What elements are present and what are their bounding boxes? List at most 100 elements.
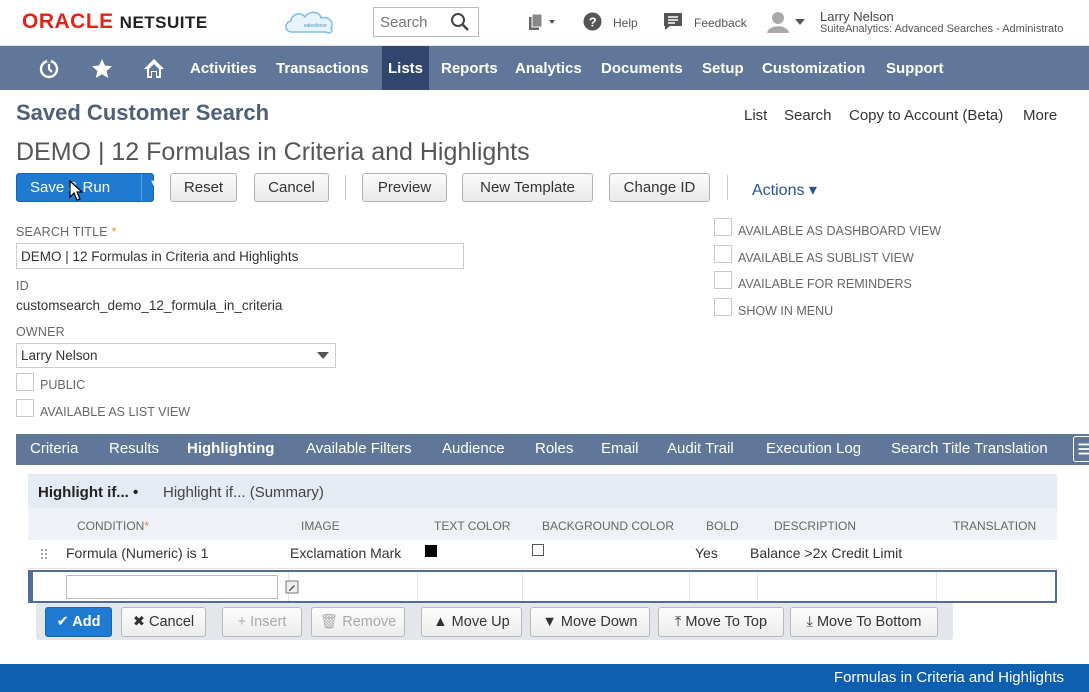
help-label[interactable]: Help: [613, 16, 638, 30]
dashboard-view-checkbox[interactable]: [714, 218, 732, 236]
home-icon[interactable]: [142, 57, 166, 81]
move-down-button[interactable]: ▼ Move Down: [530, 607, 650, 637]
actions-menu[interactable]: Actions ▾: [752, 180, 817, 200]
main-navigation: Activities Transactions Lists Reports An…: [0, 46, 1089, 90]
nav-customization[interactable]: Customization: [756, 46, 871, 90]
recent-records-icon[interactable]: [37, 57, 61, 81]
move-up-button[interactable]: ▲ Move Up: [421, 607, 522, 637]
reminders-checkbox[interactable]: [714, 271, 732, 289]
owner-select[interactable]: Larry Nelson: [16, 343, 336, 368]
available-as-list-view-label: AVAILABLE AS LIST VIEW: [40, 405, 191, 419]
cell-divider: [417, 572, 418, 601]
feedback-icon[interactable]: [662, 11, 684, 31]
tab-search-title-translation[interactable]: Search Title Translation: [891, 440, 1048, 457]
favorites-star-icon[interactable]: [90, 57, 114, 81]
move-down-label: Move Down: [560, 614, 638, 630]
column-condition[interactable]: CONDITION*: [77, 519, 149, 533]
trash-icon: 🗑: [319, 614, 339, 630]
change-id-button[interactable]: Change ID: [609, 173, 710, 202]
check-icon: ✔: [56, 614, 69, 630]
plus-icon: +: [237, 614, 247, 630]
insert-label: Insert: [250, 614, 287, 630]
tab-audit-trail[interactable]: Audit Trail: [667, 440, 734, 457]
move-to-top-button[interactable]: ⤒ Move To Top: [658, 607, 784, 637]
new-line-editor[interactable]: [28, 570, 1057, 603]
nav-setup[interactable]: Setup: [696, 46, 750, 90]
link-copy-to-account[interactable]: Copy to Account (Beta): [849, 107, 1003, 124]
drag-handle-icon[interactable]: [40, 548, 48, 560]
column-image[interactable]: IMAGE: [301, 519, 340, 533]
chevron-down-icon[interactable]: [795, 18, 805, 26]
add-button[interactable]: ✔ Add: [45, 607, 112, 637]
move-to-bottom-icon: ⤓: [806, 614, 813, 630]
id-label: ID: [16, 279, 29, 293]
column-background-color[interactable]: BACKGROUND COLOR: [542, 519, 674, 533]
link-more[interactable]: More: [1023, 107, 1057, 124]
reset-button[interactable]: Reset: [170, 173, 237, 202]
column-description[interactable]: DESCRIPTION: [774, 519, 856, 533]
user-role[interactable]: SuiteAnalytics: Advanced Searches - Admi…: [820, 23, 1089, 35]
user-icon[interactable]: [766, 9, 794, 35]
new-template-button[interactable]: New Template: [462, 173, 593, 202]
nav-support[interactable]: Support: [880, 46, 950, 90]
create-new-icon[interactable]: [525, 11, 557, 33]
salesforce-cloud-icon[interactable]: salesforce: [282, 8, 338, 36]
save-run-button[interactable]: Save & Run ▼: [16, 173, 160, 202]
toolbar-divider: [727, 175, 728, 200]
nav-transactions[interactable]: Transactions: [270, 46, 375, 90]
close-icon: ✖: [132, 614, 145, 630]
help-icon[interactable]: ?: [583, 12, 602, 31]
id-value: customsearch_demo_12_formula_in_criteria: [16, 298, 283, 313]
search-title-field[interactable]: DEMO | 12 Formulas in Criteria and Highl…: [16, 243, 464, 269]
chevron-down-icon[interactable]: ▼: [149, 178, 160, 190]
link-list[interactable]: List: [744, 107, 767, 124]
column-text-color[interactable]: TEXT COLOR: [434, 519, 510, 533]
text-color-swatch: [425, 545, 437, 557]
tab-roles[interactable]: Roles: [535, 440, 573, 457]
global-search[interactable]: [373, 7, 479, 37]
search-input[interactable]: [374, 8, 448, 36]
preview-button[interactable]: Preview: [362, 173, 447, 202]
table-header: CONDITION* IMAGE TEXT COLOR BACKGROUND C…: [28, 508, 1057, 540]
tab-highlighting[interactable]: Highlighting: [187, 440, 274, 457]
available-as-list-view-checkbox[interactable]: [16, 399, 34, 417]
tab-available-filters[interactable]: Available Filters: [306, 440, 412, 457]
nav-analytics[interactable]: Analytics: [509, 46, 588, 90]
footer-caption: Formulas in Criteria and Highlights: [833, 669, 1064, 686]
video-caption-bar: Formulas in Criteria and Highlights: [0, 664, 1089, 692]
condition-input[interactable]: [66, 575, 278, 599]
tab-audience[interactable]: Audience: [442, 440, 505, 457]
oracle-netsuite-logo[interactable]: ORACLE NETSUITE: [22, 10, 208, 34]
column-bold[interactable]: BOLD: [706, 519, 739, 533]
nav-reports[interactable]: Reports: [435, 46, 504, 90]
sublist-view-checkbox[interactable]: [714, 245, 732, 263]
insert-button[interactable]: + Insert: [222, 607, 302, 637]
tab-criteria[interactable]: Criteria: [30, 440, 78, 457]
search-icon[interactable]: [450, 12, 470, 32]
table-row[interactable]: Formula (Numeric) is 1 Exclamation Mark …: [28, 540, 1057, 569]
column-condition-label: CONDITION: [77, 519, 145, 533]
dropdown-arrow-icon: [317, 352, 329, 359]
edit-formula-icon[interactable]: [285, 580, 299, 594]
tab-results[interactable]: Results: [109, 440, 159, 457]
column-translation[interactable]: TRANSLATION: [953, 519, 1036, 533]
nav-documents[interactable]: Documents: [595, 46, 689, 90]
nav-lists[interactable]: Lists: [382, 46, 430, 90]
subtab-menu-icon[interactable]: [1073, 436, 1089, 462]
logo-oracle-text: ORACLE: [22, 10, 114, 33]
reminders-label: AVAILABLE FOR REMINDERS: [738, 277, 912, 291]
public-checkbox[interactable]: [16, 373, 34, 391]
cancel-button[interactable]: Cancel: [254, 173, 329, 202]
move-to-bottom-button[interactable]: ⤓ Move To Bottom: [790, 607, 938, 637]
feedback-label[interactable]: Feedback: [694, 16, 747, 30]
tab-email[interactable]: Email: [601, 440, 639, 457]
tab-highlight-if[interactable]: Highlight if... •: [38, 484, 138, 501]
tab-execution-log[interactable]: Execution Log: [766, 440, 861, 457]
tab-highlight-if-summary[interactable]: Highlight if... (Summary): [163, 484, 324, 501]
user-name[interactable]: Larry Nelson: [820, 9, 894, 24]
link-search[interactable]: Search: [784, 107, 832, 124]
sublist-cancel-button[interactable]: ✖ Cancel: [121, 607, 206, 637]
remove-button[interactable]: 🗑 Remove: [311, 607, 405, 637]
show-in-menu-checkbox[interactable]: [714, 298, 732, 316]
nav-activities[interactable]: Activities: [184, 46, 263, 90]
